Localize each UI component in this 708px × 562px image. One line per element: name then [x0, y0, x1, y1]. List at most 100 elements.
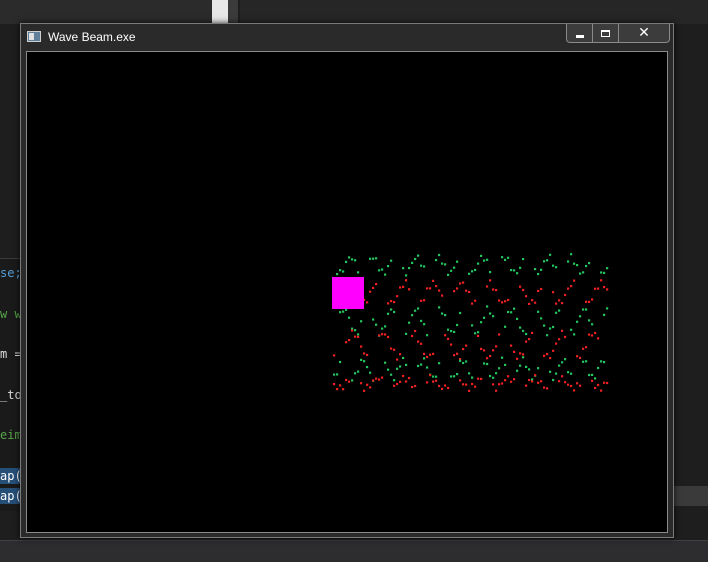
beam-particle — [585, 346, 588, 349]
beam-particle — [468, 389, 471, 392]
beam-particle — [423, 299, 426, 302]
beam-particle — [594, 287, 597, 290]
app-icon[interactable] — [27, 31, 41, 42]
beam-particle — [579, 356, 582, 359]
beam-particle — [492, 315, 495, 318]
beam-particle — [429, 374, 432, 377]
beam-particle — [456, 260, 459, 263]
beam-particle — [414, 329, 417, 333]
beam-particle — [372, 286, 375, 289]
beam-particle — [540, 317, 543, 320]
beam-particle — [495, 289, 498, 292]
beam-particle — [423, 323, 426, 326]
close-button[interactable]: ✕ — [619, 24, 669, 42]
beam-particle — [546, 353, 549, 356]
beam-particle — [459, 359, 462, 362]
beam-particle — [528, 302, 531, 305]
beam-particle — [444, 263, 447, 266]
beam-particle — [453, 266, 456, 269]
beam-particle — [549, 357, 552, 360]
beam-particle — [501, 301, 504, 304]
beam-particle — [552, 264, 555, 267]
code-line: eim — [0, 428, 22, 442]
beam-particle — [459, 311, 462, 315]
beam-particle — [513, 378, 516, 381]
beam-particle — [351, 329, 354, 332]
beam-particle — [576, 355, 579, 358]
beam-particle — [381, 333, 384, 336]
beam-particle — [600, 360, 603, 363]
beam-particle — [585, 264, 588, 268]
beam-particle — [567, 383, 570, 386]
beam-particle — [375, 257, 378, 260]
beam-particle — [387, 368, 390, 371]
title-bar[interactable]: Wave Beam.exe ✕ — [21, 24, 673, 50]
beam-particle — [396, 382, 399, 386]
beam-particle — [351, 258, 354, 261]
beam-particle — [465, 289, 468, 292]
ide-splitter[interactable] — [212, 0, 228, 24]
beam-particle — [495, 372, 498, 375]
beam-particle — [423, 352, 426, 355]
beam-particle — [603, 381, 606, 384]
beam-particle — [546, 387, 549, 390]
beam-particle — [579, 384, 582, 387]
beam-particle — [375, 323, 378, 326]
beam-particle — [588, 333, 591, 336]
beam-particle — [402, 374, 405, 378]
beam-particle — [513, 269, 516, 272]
beam-particle — [600, 389, 603, 392]
ide-scroll-region[interactable] — [672, 486, 708, 506]
beam-particle — [456, 323, 459, 327]
beam-particle — [438, 362, 441, 365]
beam-particle — [480, 321, 483, 324]
beam-particle — [426, 355, 429, 359]
beam-particle — [492, 288, 495, 291]
minimize-button[interactable] — [567, 24, 593, 42]
beam-particle — [435, 285, 438, 288]
window-title: Wave Beam.exe — [48, 30, 136, 44]
ide-splitter-shadow — [228, 0, 238, 24]
beam-particle — [603, 361, 606, 364]
beam-particle — [573, 333, 576, 336]
beam-particle — [444, 334, 447, 337]
beam-particle — [453, 354, 456, 357]
beam-particle — [438, 253, 441, 257]
beam-particle — [426, 287, 429, 290]
beam-particle — [435, 375, 438, 378]
beam-particle — [357, 370, 360, 373]
beam-particle — [375, 377, 378, 380]
beam-particle — [441, 312, 444, 315]
game-window[interactable]: Wave Beam.exe ✕ — [20, 23, 674, 538]
beam-particle — [591, 323, 594, 326]
beam-particle — [438, 306, 441, 309]
beam-particle — [384, 325, 387, 328]
beam-particle — [417, 364, 420, 368]
beam-particle — [363, 389, 366, 392]
beam-particle — [333, 373, 336, 376]
maximize-button[interactable] — [593, 24, 619, 42]
beam-particle — [525, 295, 528, 298]
beam-particle — [390, 347, 393, 350]
game-canvas[interactable] — [26, 51, 668, 533]
beam-particle — [576, 264, 579, 267]
beam-particle — [390, 373, 393, 376]
beam-particle — [516, 369, 519, 372]
game-scene — [332, 253, 609, 392]
beam-particle — [552, 378, 555, 382]
beam-particle — [435, 379, 438, 382]
beam-particle — [555, 311, 558, 314]
beam-particle — [540, 268, 543, 271]
beam-particle — [540, 287, 543, 291]
beam-particle — [456, 373, 459, 376]
beam-particle — [354, 372, 357, 375]
beam-particle — [597, 383, 600, 387]
beam-particle — [450, 343, 453, 346]
ide-status-bar — [0, 540, 708, 562]
beam-particle — [519, 364, 522, 367]
beam-particle — [423, 265, 426, 268]
beam-particle — [582, 308, 585, 311]
beam-particle — [492, 349, 495, 352]
beam-particle — [585, 300, 588, 303]
beam-particle — [474, 332, 477, 335]
